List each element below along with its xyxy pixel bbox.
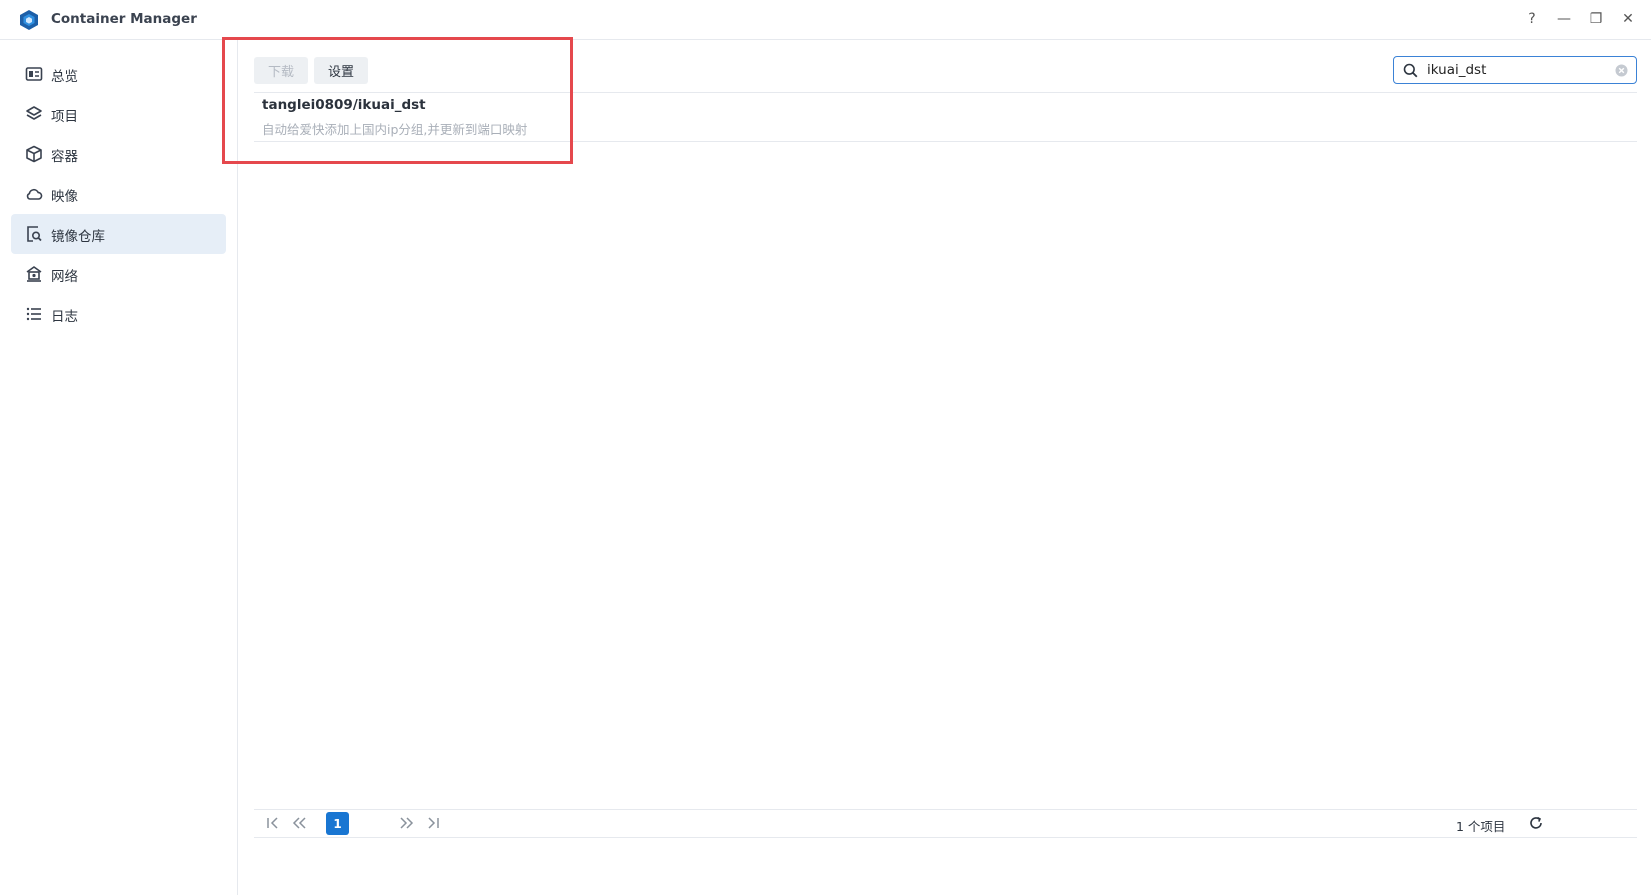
container-manager-logo-icon xyxy=(20,10,38,30)
first-page-icon[interactable] xyxy=(265,815,281,831)
layers-icon xyxy=(26,106,42,120)
minimize-icon[interactable]: — xyxy=(1555,10,1573,28)
last-page-icon[interactable] xyxy=(425,815,441,831)
item-count: 1 个项目 xyxy=(1456,819,1506,834)
sidebar-item-label: 映像 xyxy=(51,189,78,205)
title-bar: Container Manager ? — ❐ ✕ xyxy=(0,0,1651,40)
search-icon xyxy=(1403,63,1418,78)
refresh-icon[interactable] xyxy=(1528,815,1544,831)
list-icon xyxy=(26,307,41,321)
previous-page-icon[interactable] xyxy=(291,815,307,831)
overview-icon xyxy=(25,67,43,81)
sidebar-item-label: 日志 xyxy=(51,309,78,325)
cloud-icon xyxy=(26,188,43,200)
sidebar-item-projects[interactable]: 项目 xyxy=(11,94,226,134)
window-controls: ? — ❐ ✕ xyxy=(1523,10,1637,28)
box-icon xyxy=(26,145,42,163)
sidebar-item-label: 容器 xyxy=(51,149,78,165)
registry-search-icon xyxy=(27,226,42,242)
download-button[interactable]: 下载 xyxy=(254,57,308,84)
network-icon xyxy=(26,266,42,282)
app-title: Container Manager xyxy=(51,11,197,27)
pagination-bar: 1 1 个项目 xyxy=(254,809,1637,838)
sidebar-item-network[interactable]: 网络 xyxy=(11,254,226,294)
sidebar-item-logs[interactable]: 日志 xyxy=(11,294,226,334)
search-input[interactable] xyxy=(1427,60,1607,80)
sidebar-item-overview[interactable]: 总览 xyxy=(11,54,226,94)
container-manager-window: Container Manager ? — ❐ ✕ 总览 项目 容器 映像 镜像… xyxy=(0,0,1651,895)
sidebar: 总览 项目 容器 映像 镜像仓库 网络 日志 xyxy=(0,40,238,895)
close-icon[interactable]: ✕ xyxy=(1619,10,1637,28)
sidebar-item-images[interactable]: 映像 xyxy=(11,174,226,214)
repository-description: 自动给爱快添加上国内ip分组,并更新到端口映射 xyxy=(262,122,528,137)
clear-search-icon[interactable] xyxy=(1615,64,1628,77)
restore-icon[interactable]: ❐ xyxy=(1587,10,1605,28)
list-item[interactable]: tanglei0809/ikuai_dst 自动给爱快添加上国内ip分组,并更新… xyxy=(254,93,1637,142)
sidebar-item-label: 镜像仓库 xyxy=(51,229,105,245)
sidebar-item-label: 网络 xyxy=(51,269,78,285)
settings-button[interactable]: 设置 xyxy=(314,57,368,84)
sidebar-item-containers[interactable]: 容器 xyxy=(11,134,226,174)
search-box xyxy=(1393,56,1637,84)
current-page-button[interactable]: 1 xyxy=(326,812,349,835)
next-page-icon[interactable] xyxy=(399,815,415,831)
sidebar-item-label: 项目 xyxy=(51,109,78,125)
help-icon[interactable]: ? xyxy=(1523,10,1541,28)
repository-name: tanglei0809/ikuai_dst xyxy=(262,97,426,113)
sidebar-item-label: 总览 xyxy=(51,69,78,85)
main-panel: 下载 设置 tanglei0809/ikuai_dst 自动给爱快添加上国内ip… xyxy=(222,37,1651,895)
sidebar-item-registry[interactable]: 镜像仓库 xyxy=(11,214,226,254)
